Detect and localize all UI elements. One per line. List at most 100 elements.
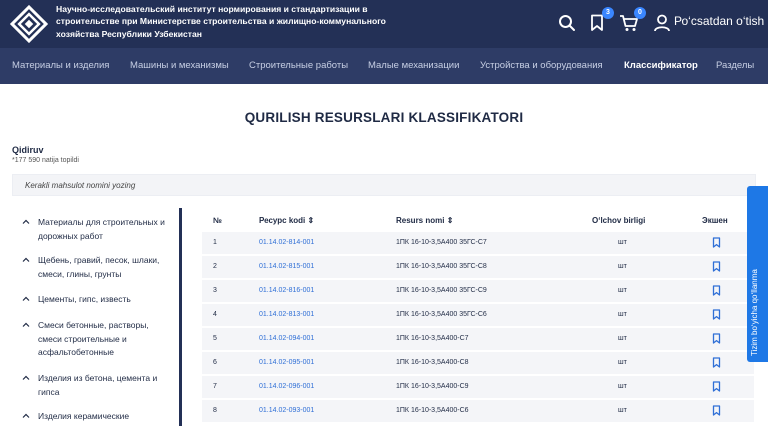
- bookmark-icon: [712, 333, 721, 344]
- bookmark-button[interactable]: [712, 237, 721, 250]
- sort-icon: ⇕: [307, 216, 315, 225]
- cart-button[interactable]: 0: [618, 7, 646, 34]
- sidebar-item-label: Цементы, гипс, известь: [38, 294, 131, 304]
- cell-unit: шт: [618, 239, 627, 246]
- result-count: *177 590 natija topildi: [12, 157, 79, 164]
- bookmark-icon: [712, 381, 721, 392]
- cell-unit: шт: [618, 383, 627, 390]
- sidebar-item-label: Щебень, гравий, песок, шлаки, смеси, гли…: [38, 255, 160, 279]
- nav-item-sections[interactable]: Разделы: [716, 60, 754, 71]
- resource-code-link[interactable]: 01.14.02-815-001: [259, 263, 314, 270]
- cell-number: 2: [213, 263, 217, 270]
- cell-resource-name: 1ПК 16-10-3,5А400 35ГС-С7: [396, 239, 487, 246]
- login-button[interactable]: [651, 12, 673, 34]
- cell-resource-name: 1ПК 16-10-3,5А400-С9: [396, 383, 469, 390]
- bookmark-icon: [712, 309, 721, 320]
- cell-resource-name: 1ПК 16-10-3,5А400-С8: [396, 359, 469, 366]
- table-row[interactable]: 7 01.14.02-096-001 1ПК 16-10-3,5А400-С9 шт: [202, 376, 754, 398]
- cell-number: 6: [213, 359, 217, 366]
- table-row[interactable]: 5 01.14.02-094-001 1ПК 16-10-3,5А400-С7 шт: [202, 328, 754, 350]
- cell-number: 5: [213, 335, 217, 342]
- logo-icon[interactable]: [10, 5, 48, 43]
- sort-icon: ⇕: [446, 216, 454, 225]
- header-action: Экшен: [702, 216, 728, 225]
- table-row[interactable]: 3 01.14.02-816-001 1ПК 16-10-3,5А400 35ГС-…: [202, 280, 754, 302]
- cell-number: 1: [213, 239, 217, 246]
- nav-item-construction-works[interactable]: Строительные работы: [249, 60, 348, 71]
- nav-item-machines[interactable]: Машины и механизмы: [130, 60, 229, 71]
- chevron-up-icon: [22, 413, 30, 418]
- cell-number: 7: [213, 383, 217, 390]
- resource-code-link[interactable]: 01.14.02-816-001: [259, 287, 314, 294]
- sidebar-item-road-materials[interactable]: Материалы для строительных и дорожных ра…: [22, 216, 172, 243]
- header-code-label: Ресурс kodi: [259, 216, 306, 225]
- sidebar-item-label: Материалы для строительных и дорожных ра…: [38, 217, 165, 241]
- bookmark-icon: [712, 237, 721, 248]
- table-row[interactable]: 8 01.14.02-093-001 1ПК 16-10-3,5А400-С6 шт: [202, 400, 754, 422]
- sidebar-item-concrete-mixes[interactable]: Смеси бетонные, растворы, смеси строител…: [22, 319, 172, 360]
- resource-code-link[interactable]: 01.14.02-096-001: [259, 383, 314, 390]
- search-label: Qidiruv: [12, 145, 44, 155]
- page-title: QURILISH RESURSLARI KLASSIFIKATORI: [244, 110, 524, 125]
- cell-unit: шт: [618, 263, 627, 270]
- resource-code-link[interactable]: 01.14.02-093-001: [259, 407, 314, 414]
- cart-count-badge: 0: [634, 7, 646, 19]
- table-row[interactable]: 4 01.14.02-813-001 1ПК 16-10-3,5А400 35ГС-…: [202, 304, 754, 326]
- sidebar-item-label: Смеси бетонные, растворы, смеси строител…: [38, 320, 149, 357]
- sidebar-item-gravel-sand[interactable]: Щебень, гравий, песок, шлаки, смеси, гли…: [22, 254, 172, 281]
- bookmark-button[interactable]: [712, 261, 721, 274]
- header-name-sortable[interactable]: Resurs nomi ⇕: [396, 216, 453, 225]
- search-input[interactable]: [13, 175, 755, 196]
- sidebar-item-ceramics[interactable]: Изделия керамические: [22, 410, 172, 424]
- chevron-up-icon: [22, 296, 30, 301]
- bookmark-button[interactable]: [712, 357, 721, 370]
- search-button[interactable]: [556, 12, 578, 34]
- header-name-label: Resurs nomi: [396, 216, 445, 225]
- sidebar-item-concrete-products[interactable]: Изделия из бетона, цемента и гипса: [22, 372, 172, 399]
- nav-item-classifier[interactable]: Классификатор: [624, 60, 698, 71]
- chevron-up-icon: [22, 322, 30, 327]
- bookmark-button[interactable]: [712, 405, 721, 418]
- cell-unit: шт: [618, 311, 627, 318]
- cell-unit: шт: [618, 407, 627, 414]
- favorites-button[interactable]: 3: [586, 7, 614, 34]
- chevron-up-icon: [22, 257, 30, 262]
- table-row[interactable]: 6 01.14.02-095-001 1ПК 16-10-3,5А400-С8 шт: [202, 352, 754, 374]
- cell-unit: шт: [618, 287, 627, 294]
- table-row[interactable]: 2 01.14.02-815-001 1ПК 16-10-3,5А400 35ГС-…: [202, 256, 754, 278]
- table-row[interactable]: 1 01.14.02-814-001 1ПК 16-10-3,5А400 35ГС-…: [202, 232, 754, 254]
- cell-resource-name: 1ПК 16-10-3,5А400 35ГС-С8: [396, 263, 487, 270]
- bookmark-icon: [712, 285, 721, 296]
- resource-code-link[interactable]: 01.14.02-813-001: [259, 311, 314, 318]
- bookmark-button[interactable]: [712, 381, 721, 394]
- favorites-count-badge: 3: [602, 7, 614, 19]
- header-unit: O‘lchov birligi: [592, 216, 646, 225]
- cell-resource-name: 1ПК 16-10-3,5А400 35ГС-С6: [396, 311, 487, 318]
- cell-number: 4: [213, 311, 217, 318]
- cell-number: 3: [213, 287, 217, 294]
- user-guide-label: Tizim bo‘yicha qo‘llanma: [750, 269, 759, 356]
- bookmark-icon: [712, 405, 721, 416]
- organization-name[interactable]: Научно-исследовательский институт нормир…: [56, 3, 396, 40]
- resource-code-link[interactable]: 01.14.02-814-001: [259, 239, 314, 246]
- bookmark-button[interactable]: [712, 309, 721, 322]
- chevron-up-icon: [22, 219, 30, 224]
- site-header: Научно-исследовательский институт нормир…: [0, 0, 768, 48]
- sidebar-item-cement[interactable]: Цементы, гипс, известь: [22, 293, 172, 307]
- bookmark-button[interactable]: [712, 285, 721, 298]
- nav-item-small-mechanization[interactable]: Малые механизации: [368, 60, 459, 71]
- bookmark-button[interactable]: [712, 333, 721, 346]
- header-number: №: [213, 216, 222, 225]
- resource-code-link[interactable]: 01.14.02-095-001: [259, 359, 314, 366]
- sidebar-item-label: Изделия из бетона, цемента и гипса: [38, 373, 158, 397]
- login-link[interactable]: Ро‘сѕatdan o‘tish: [674, 14, 764, 28]
- user-icon: [654, 14, 670, 32]
- resource-code-link[interactable]: 01.14.02-094-001: [259, 335, 314, 342]
- bookmark-icon: [712, 357, 721, 368]
- nav-item-equipment[interactable]: Устройства и оборудования: [480, 60, 603, 71]
- header-code-sortable[interactable]: Ресурс kodi ⇕: [259, 216, 314, 225]
- user-guide-tab[interactable]: Tizim bo‘yicha qo‘llanma: [747, 186, 768, 362]
- cell-resource-name: 1ПК 16-10-3,5А400 35ГС-С9: [396, 287, 487, 294]
- cell-unit: шт: [618, 335, 627, 342]
- nav-item-materials[interactable]: Материалы и изделия: [12, 60, 109, 71]
